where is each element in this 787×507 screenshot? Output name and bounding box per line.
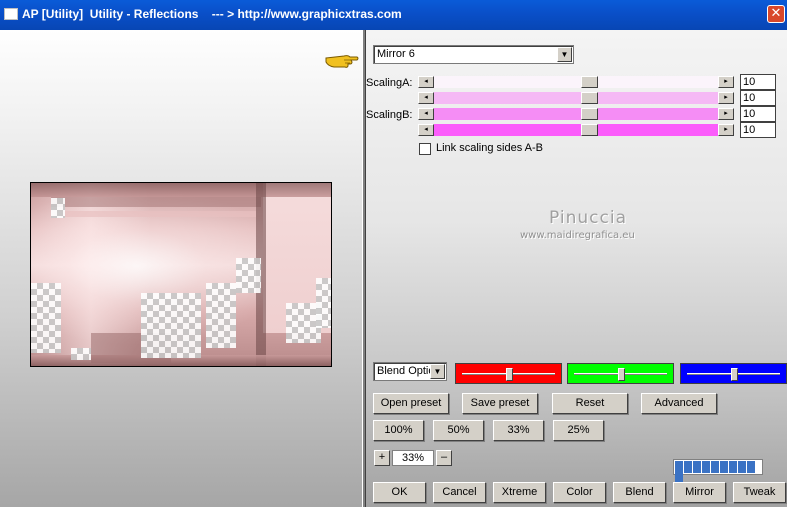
scroll-track[interactable]: [434, 124, 718, 136]
watermark-title: Pinuccia: [549, 208, 627, 228]
scroll-right-icon[interactable]: ▸: [718, 92, 734, 104]
zoom-in-button[interactable]: +: [374, 450, 390, 466]
scaling-value-field[interactable]: 10: [740, 122, 776, 138]
chevron-down-icon[interactable]: ▼: [430, 364, 445, 379]
xtreme-button[interactable]: Xtreme: [493, 482, 546, 503]
blend-button[interactable]: Blend: [613, 482, 666, 503]
slider-knob[interactable]: [506, 368, 513, 381]
save-preset-button[interactable]: Save preset: [462, 393, 538, 414]
blend-options-dropdown[interactable]: Blend Optio ▼: [373, 362, 447, 381]
pointing-hand-icon[interactable]: [324, 50, 360, 70]
scroll-left-icon[interactable]: ◂: [418, 76, 434, 88]
slider-knob[interactable]: [618, 368, 625, 381]
scaling-value-field[interactable]: 10: [740, 74, 776, 90]
reset-button[interactable]: Reset: [552, 393, 628, 414]
link-scaling-label: Link scaling sides A-B: [436, 142, 543, 154]
window-title: AP [Utility] Utility - Reflections --- >…: [22, 7, 402, 21]
watermark-subtitle: www.maidiregrafica.eu: [520, 230, 635, 241]
zoom-50-button[interactable]: 50%: [433, 420, 484, 441]
progress-segment: [729, 461, 737, 473]
progress-segment: [684, 461, 692, 473]
scroll-left-icon[interactable]: ◂: [418, 124, 434, 136]
advanced-button[interactable]: Advanced: [641, 393, 717, 414]
scroll-track[interactable]: [434, 76, 718, 88]
scaling-value-field[interactable]: 10: [740, 90, 776, 106]
progress-segment: [720, 461, 728, 473]
scaling-a-label: ScalingA:: [366, 77, 413, 89]
scroll-right-icon[interactable]: ▸: [718, 76, 734, 88]
scaling-b-label: ScalingB:: [366, 109, 413, 121]
progress-bar: [673, 459, 763, 485]
cancel-button[interactable]: Cancel: [433, 482, 486, 503]
preset-dropdown-value: Mirror 6: [377, 48, 415, 60]
controls-panel: Mirror 6 ▼ ScalingA: ScalingB: Link scal…: [366, 30, 787, 507]
scroll-track[interactable]: [434, 92, 718, 104]
progress-segment: [675, 461, 683, 473]
window-icon: [4, 8, 18, 20]
ok-button[interactable]: OK: [373, 482, 426, 503]
slider-knob[interactable]: [731, 368, 738, 381]
title-bar: AP [Utility] Utility - Reflections --- >…: [0, 0, 787, 30]
scroll-right-icon[interactable]: ▸: [718, 108, 734, 120]
zoom-33-button[interactable]: 33%: [493, 420, 544, 441]
color-button[interactable]: Color: [553, 482, 606, 503]
scaling-slider-1[interactable]: ◂ ▸: [418, 76, 734, 88]
scroll-thumb[interactable]: [580, 76, 598, 88]
progress-segment: [738, 461, 746, 473]
link-scaling-checkbox[interactable]: [419, 143, 431, 155]
progress-segment: [702, 461, 710, 473]
zoom-out-button[interactable]: –: [436, 450, 452, 466]
scroll-left-icon[interactable]: ◂: [418, 108, 434, 120]
scaling-slider-4[interactable]: ◂ ▸: [418, 124, 734, 136]
progress-segment: [711, 461, 719, 473]
zoom-25-button[interactable]: 25%: [553, 420, 604, 441]
scaling-slider-3[interactable]: ◂ ▸: [418, 108, 734, 120]
red-slider[interactable]: [455, 363, 562, 384]
open-preset-button[interactable]: Open preset: [373, 393, 449, 414]
tweak-button[interactable]: Tweak: [733, 482, 786, 503]
scroll-thumb[interactable]: [580, 92, 598, 104]
scroll-left-icon[interactable]: ◂: [418, 92, 434, 104]
zoom-level-field[interactable]: 33%: [392, 450, 434, 466]
blend-options-value: Blend Optio: [377, 365, 433, 377]
green-slider[interactable]: [567, 363, 674, 384]
scaling-value-field[interactable]: 10: [740, 106, 776, 122]
zoom-100-button[interactable]: 100%: [373, 420, 424, 441]
preset-dropdown[interactable]: Mirror 6 ▼: [373, 45, 574, 64]
scroll-thumb[interactable]: [580, 108, 598, 120]
scroll-track[interactable]: [434, 108, 718, 120]
scroll-thumb[interactable]: [580, 124, 598, 136]
scroll-right-icon[interactable]: ▸: [718, 124, 734, 136]
mirror-button[interactable]: Mirror: [673, 482, 726, 503]
progress-segment: [693, 461, 701, 473]
scaling-slider-2[interactable]: ◂ ▸: [418, 92, 734, 104]
preview-image: [30, 182, 332, 367]
close-button[interactable]: ✕: [767, 5, 785, 23]
preview-panel: [0, 30, 362, 507]
chevron-down-icon[interactable]: ▼: [557, 47, 572, 62]
progress-segment: [747, 461, 755, 473]
blue-slider[interactable]: [680, 363, 787, 384]
